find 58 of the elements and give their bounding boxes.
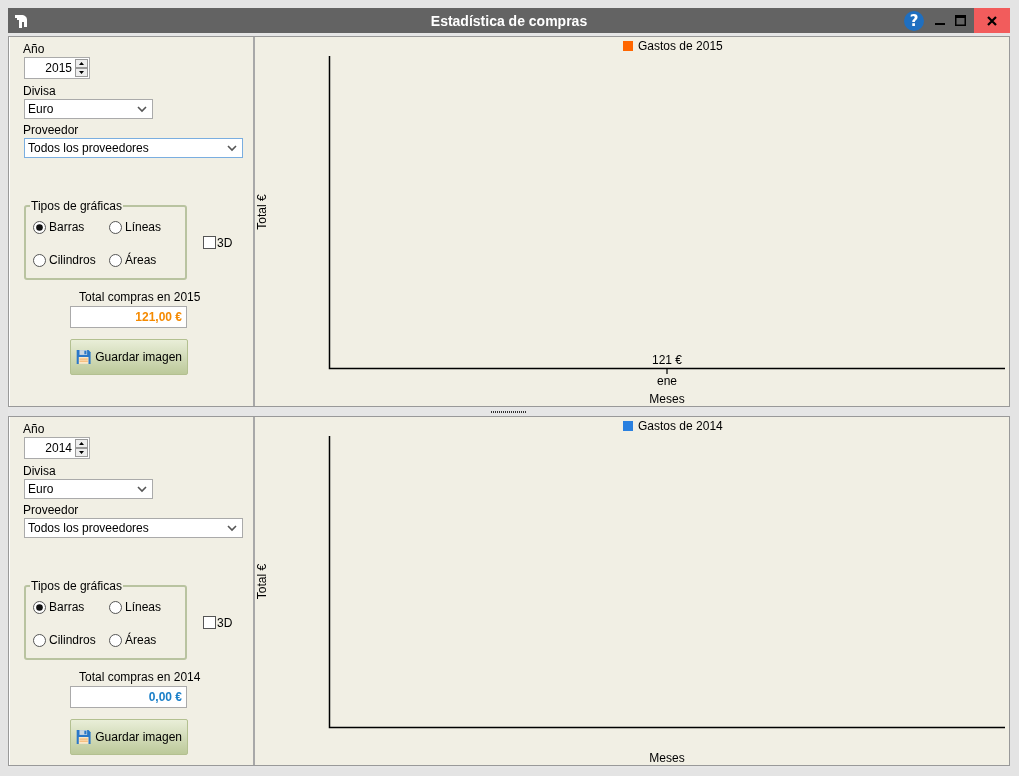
radio-button[interactable] — [33, 220, 46, 234]
radio-option[interactable]: Líneas — [109, 600, 185, 614]
radio-button[interactable] — [109, 633, 122, 647]
y-axis-title: Total € — [255, 194, 269, 230]
legend-label: Gastos de 2015 — [638, 39, 723, 53]
x-axis-title: Meses — [649, 392, 685, 406]
year-spinbox[interactable]: 2015 — [24, 57, 90, 79]
group-title: Tipos de gráficas — [30, 199, 123, 213]
radio-button[interactable] — [109, 220, 122, 234]
supplier-dropdown[interactable]: Todos los proveedores — [24, 138, 243, 158]
splitter-grip-icon[interactable] — [491, 410, 527, 413]
radio-option[interactable]: Áreas — [109, 633, 185, 647]
year-label: Año — [23, 43, 45, 56]
help-button[interactable]: ? — [904, 10, 924, 31]
total-field: 121,00 € — [70, 306, 187, 328]
spin-arrows-icon[interactable] — [75, 59, 88, 77]
spin-arrows-icon[interactable] — [75, 439, 88, 457]
close-icon — [987, 15, 997, 26]
radio-option[interactable]: Barras — [33, 220, 109, 234]
x-tick — [666, 368, 668, 375]
radio-option[interactable]: Líneas — [109, 220, 185, 234]
3d-checkbox[interactable]: 3D — [203, 615, 233, 630]
window-title: Estadística de compras — [430, 12, 588, 29]
radio-option[interactable]: Barras — [33, 600, 109, 614]
legend-label: Gastos de 2014 — [638, 419, 723, 433]
radio-option[interactable]: Cilindros — [33, 633, 109, 647]
radio-button[interactable] — [33, 253, 46, 267]
radio-button[interactable] — [109, 600, 122, 614]
radio-button[interactable] — [33, 633, 46, 647]
minimize-icon — [935, 22, 945, 25]
year-spinbox[interactable]: 2014 — [24, 437, 90, 459]
total-label: Total compras en 2015 — [79, 290, 201, 304]
data-label: 121 € — [652, 353, 682, 367]
close-button[interactable] — [974, 8, 1010, 33]
maximize-icon — [954, 15, 966, 26]
currency-label: Divisa — [23, 465, 56, 478]
radio-button[interactable] — [33, 600, 46, 614]
currency-label: Divisa — [23, 85, 56, 98]
year-label: Año — [23, 423, 45, 436]
x-axis-title: Meses — [649, 751, 685, 765]
supplier-label: Proveedor — [23, 124, 79, 137]
supplier-label: Proveedor — [23, 504, 79, 517]
3d-checkbox[interactable]: 3D — [203, 235, 233, 250]
currency-dropdown[interactable]: Euro — [24, 479, 153, 499]
radio-button[interactable] — [109, 253, 122, 267]
supplier-dropdown[interactable]: Todos los proveedores — [24, 518, 243, 538]
checkbox[interactable] — [203, 616, 216, 629]
save-image-button[interactable]: Guardar imagen — [70, 339, 188, 375]
y-axis-title: Total € — [255, 563, 269, 600]
total-label: Total compras en 2014 — [79, 670, 201, 684]
x-tick-label: ene — [657, 374, 677, 388]
checkbox[interactable] — [203, 236, 216, 249]
total-field: 0,00 € — [70, 686, 187, 708]
radio-option[interactable]: Áreas — [109, 253, 185, 267]
radio-option[interactable]: Cilindros — [33, 253, 109, 267]
save-image-button[interactable]: Guardar imagen — [70, 719, 188, 755]
group-title: Tipos de gráficas — [30, 579, 123, 593]
currency-dropdown[interactable]: Euro — [24, 99, 153, 119]
